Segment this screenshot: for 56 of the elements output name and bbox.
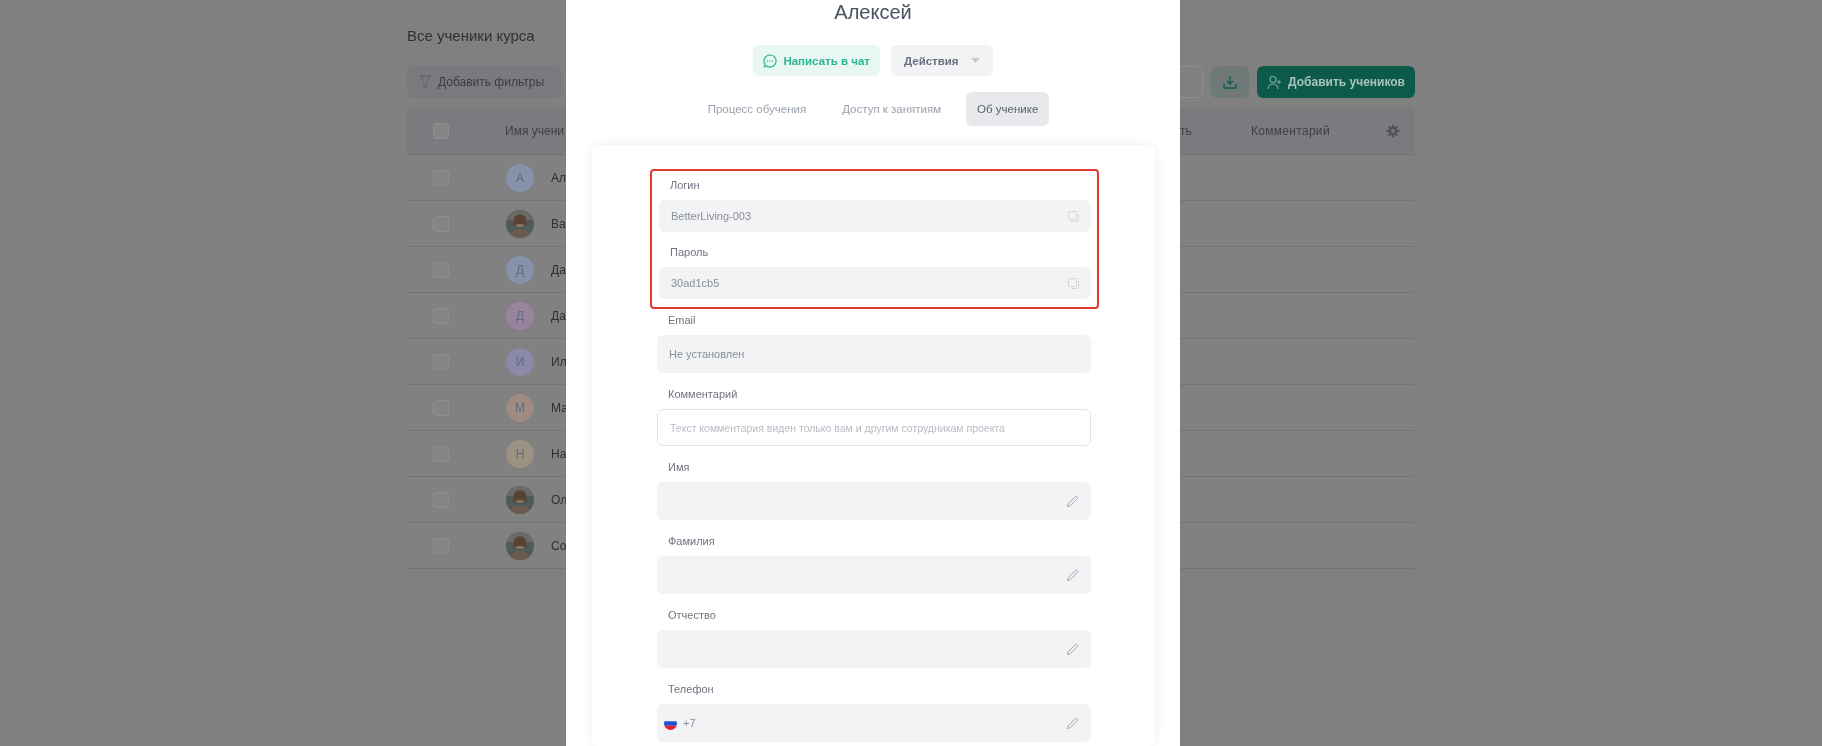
field-label: Комментарий <box>668 387 739 402</box>
phone-field[interactable]: +7 <box>657 704 1091 742</box>
pencil-icon[interactable] <box>1066 716 1079 730</box>
chat-icon <box>763 53 778 68</box>
pencil-icon[interactable] <box>1066 568 1079 582</box>
input-field[interactable] <box>657 630 1091 668</box>
avatar: Н <box>506 439 534 468</box>
input-field[interactable] <box>657 556 1091 594</box>
student-name[interactable]: Да <box>551 308 566 323</box>
copy-icon[interactable] <box>1068 210 1079 222</box>
caret-icon <box>970 58 980 63</box>
pencil-icon[interactable] <box>1066 494 1079 508</box>
field-value: Не установлен <box>669 348 745 360</box>
field-value: 30ad1cb5 <box>671 277 720 289</box>
tab[interactable]: Доступ к занятиям <box>831 92 953 126</box>
avatar: Д <box>506 301 534 330</box>
field-label: Отчество <box>668 608 717 623</box>
tab[interactable]: Об ученике <box>966 92 1050 126</box>
download-icon <box>1223 75 1238 89</box>
copy-icon[interactable] <box>1068 277 1079 289</box>
field-value: BetterLiving-003 <box>671 210 752 222</box>
column-header: ть <box>1180 123 1192 138</box>
student-name[interactable]: Ил <box>551 354 567 369</box>
field-label: Телефон <box>668 682 715 697</box>
filter-icon <box>419 75 432 89</box>
dialog-title: Алексей <box>834 0 912 24</box>
field-label: Пароль <box>670 245 710 260</box>
student-name[interactable]: Со <box>551 538 567 553</box>
field-label: Логин <box>670 178 701 193</box>
pencil-icon[interactable] <box>1066 642 1079 656</box>
student-name[interactable]: На <box>551 446 567 461</box>
avatar: М <box>506 393 534 422</box>
actions-dropdown[interactable]: Действия <box>890 45 993 76</box>
student-name[interactable]: Ва <box>551 216 566 231</box>
input-field[interactable]: Не установлен <box>657 335 1091 373</box>
column-header: Имя учени <box>505 123 564 138</box>
column-header: Комментарий <box>1251 123 1330 138</box>
add-user-icon <box>1267 74 1283 90</box>
field-label: Имя <box>668 460 691 475</box>
field-value: +7 <box>683 717 696 729</box>
download-button[interactable] <box>1211 66 1250 98</box>
input-field[interactable] <box>657 482 1091 520</box>
comment-field[interactable]: Текст комментария виден только вам и другим сотрудникам проекта <box>657 409 1091 446</box>
add-filters-button[interactable]: Добавить фильтры <box>407 66 561 98</box>
student-name[interactable]: Ал <box>551 170 566 185</box>
add-students-button[interactable]: Добавить учеников <box>1257 66 1415 98</box>
student-name[interactable]: Да <box>551 262 566 277</box>
field-label: Фамилия <box>668 534 716 549</box>
input-field[interactable]: BetterLiving-003 <box>659 200 1091 232</box>
page-title: Все ученики курса <box>407 27 536 45</box>
settings-icon[interactable] <box>1386 123 1400 138</box>
student-name[interactable]: Ол <box>551 492 568 507</box>
field-label: Email <box>668 313 697 328</box>
input-field[interactable]: 30ad1cb5 <box>659 267 1091 299</box>
write-to-chat-button[interactable]: Написать в чат <box>753 45 880 76</box>
tab[interactable]: Процесс обучения <box>696 92 818 126</box>
